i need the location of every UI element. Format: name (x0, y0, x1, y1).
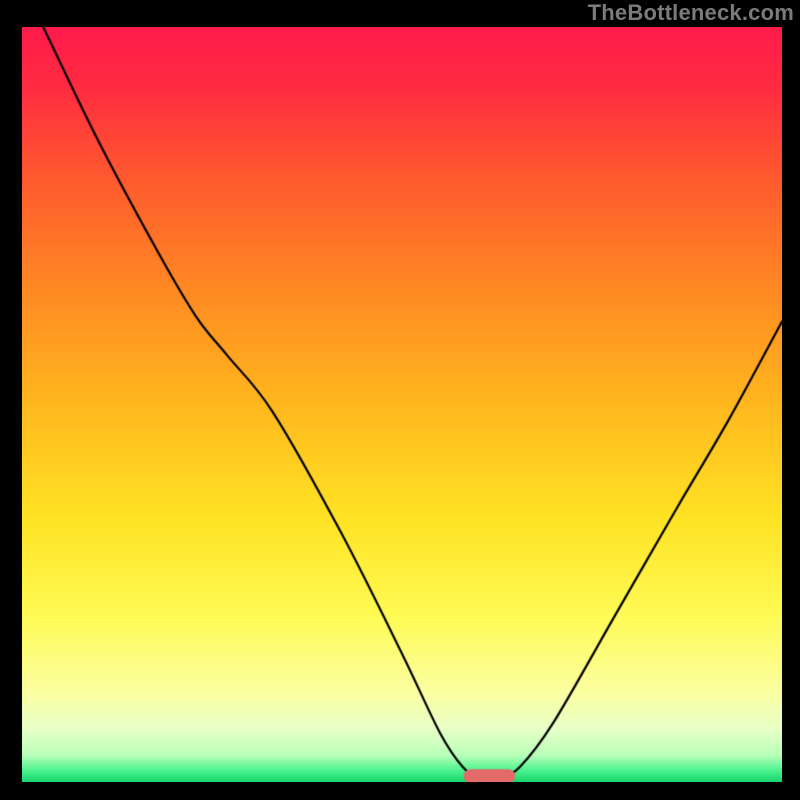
watermark-text: TheBottleneck.com (588, 0, 794, 26)
bottleneck-chart (22, 27, 782, 782)
plot-area (22, 27, 782, 782)
chart-frame: TheBottleneck.com (0, 0, 800, 800)
